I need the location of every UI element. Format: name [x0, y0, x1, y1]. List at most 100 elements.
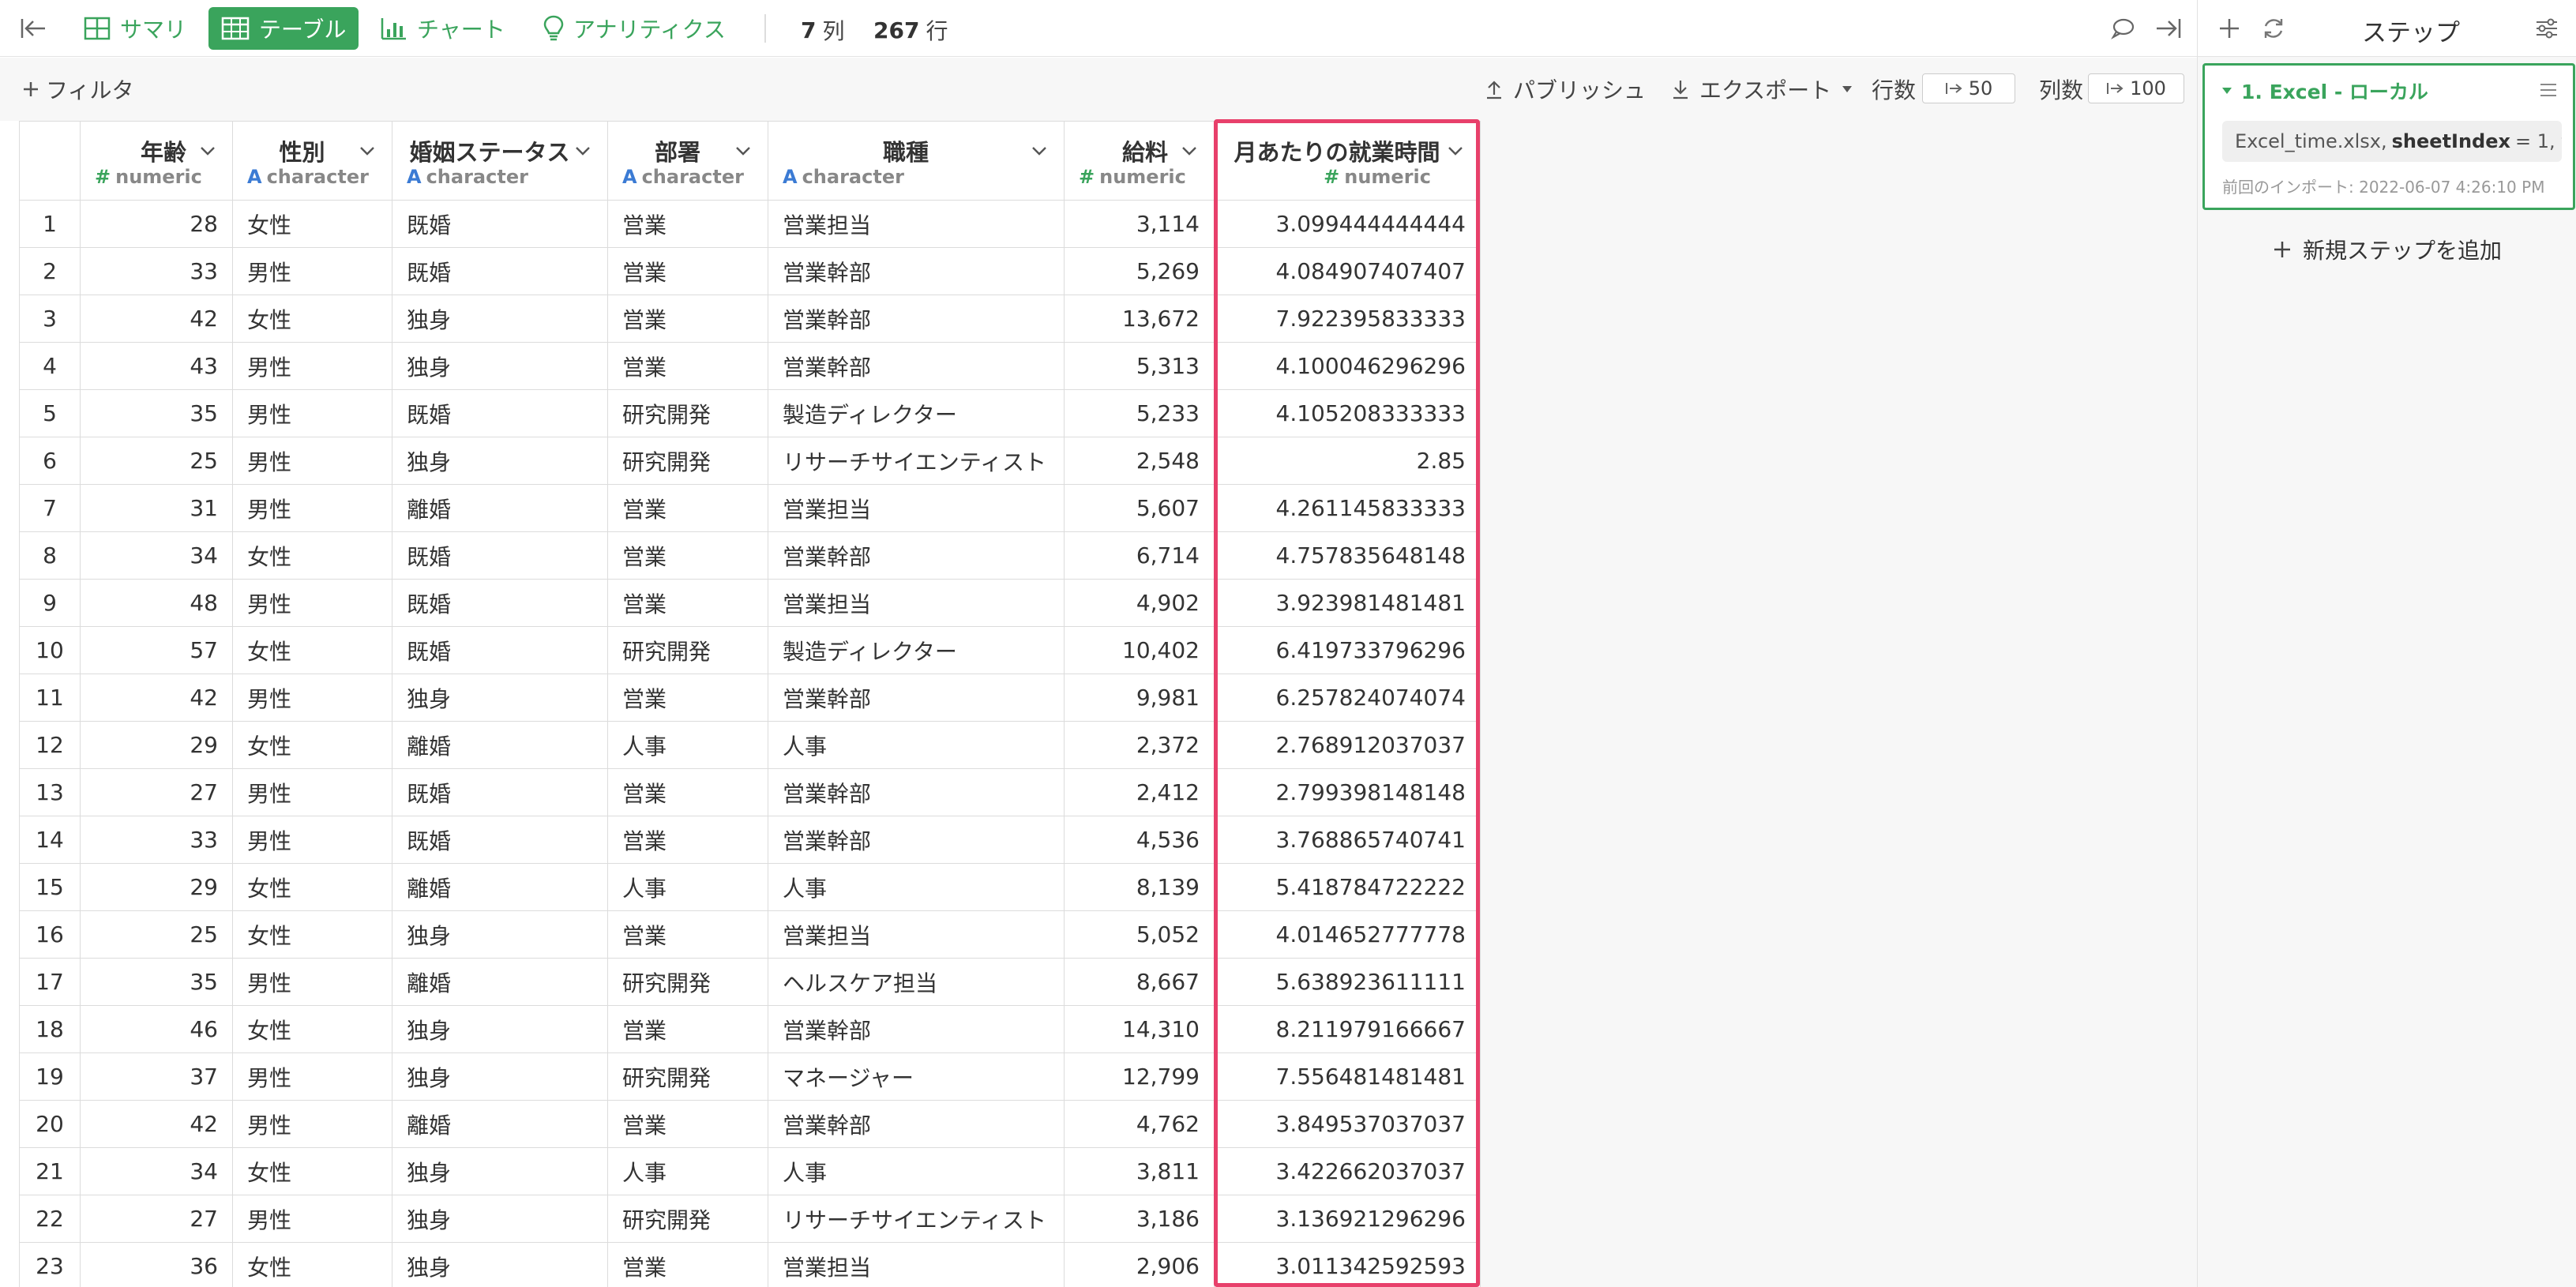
cell-monthly-work-hours[interactable]: 3.923981481481: [1214, 579, 1481, 627]
cell-monthly-work-hours[interactable]: 4.100046296296: [1214, 342, 1481, 390]
cell-monthly-work-hours[interactable]: 5.638923611111: [1214, 958, 1481, 1006]
add-step-button[interactable]: 新規ステップを追加: [2198, 234, 2576, 265]
cell-marital-status[interactable]: 独身: [392, 1005, 608, 1053]
cell-monthly-work-hours[interactable]: 4.757835648148: [1214, 531, 1481, 580]
cell-age[interactable]: 25: [80, 437, 233, 485]
cell-gender[interactable]: 男性: [232, 1100, 392, 1148]
cell-department[interactable]: 営業: [607, 1005, 768, 1053]
cell-gender[interactable]: 女性: [232, 531, 392, 580]
cell-salary[interactable]: 3,811: [1064, 1147, 1215, 1195]
cell-marital-status[interactable]: 既婚: [392, 816, 608, 864]
cell-department[interactable]: 研究開発: [607, 1052, 768, 1101]
cell-marital-status[interactable]: 独身: [392, 295, 608, 343]
cell-salary[interactable]: 3,114: [1064, 200, 1215, 248]
cell-gender[interactable]: 男性: [232, 247, 392, 295]
cell-age[interactable]: 34: [80, 1147, 233, 1195]
column-header-marital-status[interactable]: 婚姻ステータス Acharacter: [392, 121, 608, 201]
cell-gender[interactable]: 男性: [232, 389, 392, 437]
cell-gender[interactable]: 女性: [232, 200, 392, 248]
cell-job-role[interactable]: リサーチサイエンティスト: [768, 1195, 1065, 1243]
cell-marital-status[interactable]: 離婚: [392, 863, 608, 911]
cell-salary[interactable]: 2,906: [1064, 1242, 1215, 1287]
cell-marital-status[interactable]: 独身: [392, 674, 608, 722]
cell-monthly-work-hours[interactable]: 2.799398148148: [1214, 768, 1481, 816]
publish-button[interactable]: パブリッシュ: [1485, 73, 1646, 105]
chevron-down-icon[interactable]: [1029, 141, 1050, 161]
cell-monthly-work-hours[interactable]: 3.011342592593: [1214, 1242, 1481, 1287]
cell-age[interactable]: 43: [80, 342, 233, 390]
cell-salary[interactable]: 4,762: [1064, 1100, 1215, 1148]
cell-job-role[interactable]: 製造ディレクター: [768, 389, 1065, 437]
cell-job-role[interactable]: 人事: [768, 721, 1065, 769]
cell-gender[interactable]: 男性: [232, 1052, 392, 1101]
cell-department[interactable]: 営業: [607, 247, 768, 295]
cell-job-role[interactable]: 営業担当: [768, 579, 1065, 627]
cell-marital-status[interactable]: 離婚: [392, 958, 608, 1006]
collapse-right-icon[interactable]: [2151, 13, 2186, 44]
cell-department[interactable]: 営業: [607, 768, 768, 816]
cell-department[interactable]: 営業: [607, 1242, 768, 1287]
cell-age[interactable]: 35: [80, 389, 233, 437]
add-filter-button[interactable]: フィルタ: [22, 73, 133, 105]
cell-age[interactable]: 31: [80, 484, 233, 532]
chevron-down-icon[interactable]: [573, 141, 593, 161]
cell-department[interactable]: 営業: [607, 1100, 768, 1148]
cell-monthly-work-hours[interactable]: 2.768912037037: [1214, 721, 1481, 769]
cell-age[interactable]: 33: [80, 247, 233, 295]
cell-job-role[interactable]: 営業幹部: [768, 1100, 1065, 1148]
cell-job-role[interactable]: 営業担当: [768, 200, 1065, 248]
cell-monthly-work-hours[interactable]: 4.014652777778: [1214, 910, 1481, 959]
cell-salary[interactable]: 5,052: [1064, 910, 1215, 959]
cell-gender[interactable]: 女性: [232, 910, 392, 959]
cell-age[interactable]: 28: [80, 200, 233, 248]
cell-salary[interactable]: 10,402: [1064, 626, 1215, 674]
cell-marital-status[interactable]: 既婚: [392, 247, 608, 295]
cell-monthly-work-hours[interactable]: 3.849537037037: [1214, 1100, 1481, 1148]
cell-salary[interactable]: 5,233: [1064, 389, 1215, 437]
rows-limit-input[interactable]: 50: [1922, 73, 2015, 103]
cell-department[interactable]: 人事: [607, 1147, 768, 1195]
cell-job-role[interactable]: リサーチサイエンティスト: [768, 437, 1065, 485]
hamburger-menu-icon[interactable]: [2537, 78, 2560, 102]
cell-job-role[interactable]: 営業幹部: [768, 531, 1065, 580]
chevron-down-icon[interactable]: [197, 141, 218, 161]
cell-gender[interactable]: 女性: [232, 721, 392, 769]
cell-gender[interactable]: 女性: [232, 1005, 392, 1053]
cell-department[interactable]: 研究開発: [607, 437, 768, 485]
cell-gender[interactable]: 男性: [232, 816, 392, 864]
cell-job-role[interactable]: 営業担当: [768, 484, 1065, 532]
cell-marital-status[interactable]: 独身: [392, 342, 608, 390]
cell-job-role[interactable]: 営業幹部: [768, 342, 1065, 390]
cell-gender[interactable]: 男性: [232, 674, 392, 722]
cell-department[interactable]: 研究開発: [607, 1195, 768, 1243]
cell-age[interactable]: 33: [80, 816, 233, 864]
cell-marital-status[interactable]: 既婚: [392, 768, 608, 816]
cell-marital-status[interactable]: 独身: [392, 437, 608, 485]
cell-gender[interactable]: 女性: [232, 863, 392, 911]
tab-table[interactable]: テーブル: [208, 7, 359, 50]
cell-age[interactable]: 29: [80, 863, 233, 911]
cell-salary[interactable]: 2,372: [1064, 721, 1215, 769]
cell-gender[interactable]: 男性: [232, 437, 392, 485]
cell-monthly-work-hours[interactable]: 4.105208333333: [1214, 389, 1481, 437]
cell-marital-status[interactable]: 離婚: [392, 721, 608, 769]
cell-gender[interactable]: 女性: [232, 1147, 392, 1195]
cell-monthly-work-hours[interactable]: 6.419733796296: [1214, 626, 1481, 674]
refresh-icon[interactable]: [2258, 13, 2289, 44]
tab-summary[interactable]: サマリ: [71, 7, 199, 50]
cell-age[interactable]: 42: [80, 674, 233, 722]
cell-monthly-work-hours[interactable]: 2.85: [1214, 437, 1481, 485]
cell-job-role[interactable]: 営業幹部: [768, 816, 1065, 864]
cell-gender[interactable]: 女性: [232, 1242, 392, 1287]
cell-gender[interactable]: 男性: [232, 342, 392, 390]
cell-age[interactable]: 36: [80, 1242, 233, 1287]
cell-department[interactable]: 研究開発: [607, 389, 768, 437]
step-parameters[interactable]: Excel_time.xlsx, sheetIndex = 1, tz...: [2222, 121, 2562, 162]
cell-job-role[interactable]: 営業幹部: [768, 295, 1065, 343]
cell-marital-status[interactable]: 既婚: [392, 389, 608, 437]
settings-sliders-icon[interactable]: [2531, 13, 2563, 44]
cell-salary[interactable]: 4,536: [1064, 816, 1215, 864]
cell-salary[interactable]: 3,186: [1064, 1195, 1215, 1243]
cell-department[interactable]: 研究開発: [607, 958, 768, 1006]
cell-job-role[interactable]: 営業幹部: [768, 768, 1065, 816]
